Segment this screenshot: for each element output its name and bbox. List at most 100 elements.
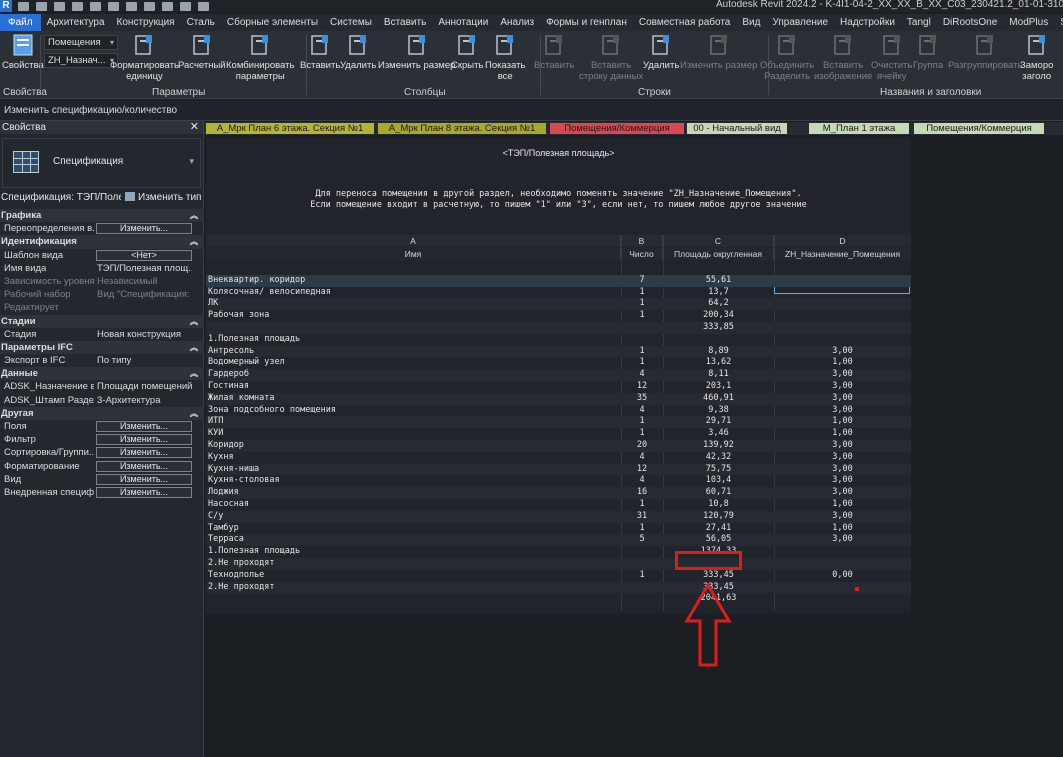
table-cell[interactable] (621, 558, 663, 570)
table-cell[interactable]: 16 (621, 487, 663, 499)
menu-item-2[interactable]: Конструкция (111, 14, 181, 31)
table-cell[interactable]: Терраса (208, 534, 618, 546)
category-dropdown[interactable]: Помещения (44, 35, 118, 50)
view-tab[interactable]: М_План 1 этажа (809, 123, 909, 134)
open-icon[interactable] (18, 1, 29, 11)
table-cell[interactable]: 120,79 (663, 511, 774, 523)
table-cell[interactable]: 7 (621, 275, 663, 287)
table-cell[interactable]: Коридор (208, 440, 618, 452)
table-cell[interactable]: 1 (621, 499, 663, 511)
table-row[interactable]: Кухня-столовая 4 103,4 3,00 (206, 475, 911, 487)
collapse-icon[interactable]: ︽ (190, 315, 198, 328)
table-cell[interactable]: С/у (208, 511, 618, 523)
ribbon-button-insert-data-row[interactable]: Вставить строку данных (579, 33, 643, 82)
table-cell[interactable]: Колясочная/ велосипедная (208, 287, 618, 299)
property-value[interactable]: Площади помещений (97, 380, 192, 393)
table-cell[interactable]: 103,4 (663, 475, 774, 487)
table-cell[interactable]: 12 (621, 464, 663, 476)
ribbon-button-delete-column[interactable]: Удалить (340, 33, 376, 71)
table-cell[interactable]: 1 (621, 287, 663, 299)
view-tab[interactable]: А_Мрк План 6 этажа. Секция №1 (206, 123, 374, 134)
table-row[interactable]: ЛК 1 64,2 (206, 298, 911, 311)
table-row[interactable]: Технодполье 1 333,45 0,00 (206, 570, 911, 582)
property-edit-button[interactable]: Изменить... (96, 460, 192, 472)
table-row[interactable]: 2.Не проходят 333,45 (206, 581, 911, 594)
col-letter-d[interactable]: D (774, 235, 911, 247)
table-cell[interactable]: 56,05 (663, 534, 774, 546)
table-row[interactable]: Гостиная 12 203,1 3,00 (206, 381, 911, 393)
table-cell[interactable]: КУИ (208, 428, 618, 440)
table-cell[interactable] (774, 582, 911, 594)
table-cell[interactable]: 1 (621, 428, 663, 440)
table-cell[interactable]: 1,00 (774, 416, 911, 428)
ribbon-button-formula[interactable]: Расчетный (178, 33, 226, 71)
table-cell[interactable]: 27,41 (663, 523, 774, 535)
parameter-dropdown[interactable]: ZH_Назнач... (44, 53, 118, 68)
table-cell[interactable]: 3,00 (774, 534, 911, 546)
revit-logo[interactable]: R (0, 0, 12, 12)
header-count[interactable]: Число (621, 248, 663, 260)
table-cell[interactable]: 0,00 (774, 570, 911, 582)
table-cell[interactable]: 1,00 (774, 499, 911, 511)
table-cell[interactable]: 1,00 (774, 357, 911, 369)
table-cell[interactable]: 1 (621, 298, 663, 310)
table-cell[interactable]: Внеквартир. коридор (208, 275, 618, 287)
table-cell[interactable] (621, 334, 663, 346)
table-cell[interactable]: 42,32 (663, 452, 774, 464)
type-selector[interactable]: Спецификация ▾ (2, 138, 201, 188)
table-cell[interactable]: 64,2 (663, 298, 774, 310)
menu-item-6[interactable]: Вставить (378, 14, 432, 31)
table-cell[interactable]: 60,71 (663, 487, 774, 499)
property-value[interactable]: Независимый (97, 275, 192, 288)
header-name[interactable]: Имя (206, 248, 621, 260)
table-cell[interactable] (774, 546, 911, 558)
table-cell[interactable]: 1 (621, 310, 663, 322)
table-cell[interactable] (774, 322, 911, 334)
close-icon[interactable]: ✕ (190, 121, 199, 134)
table-cell[interactable]: 13,7 (663, 287, 774, 299)
table-cell[interactable]: Антресоль (208, 346, 618, 358)
table-row[interactable]: Коридор 20 139,92 3,00 (206, 440, 911, 452)
property-value[interactable]: Новая конструкция (97, 328, 192, 341)
header-area[interactable]: Площадь округленная (663, 248, 774, 260)
table-cell[interactable]: 20 (621, 440, 663, 452)
table-row[interactable]: Терраса 5 56,05 3,00 (206, 534, 911, 547)
ribbon-button-resize-row[interactable]: Изменить размер (680, 33, 757, 71)
table-cell[interactable]: Рабочая зона (208, 310, 618, 322)
table-cell[interactable]: Насосная (208, 499, 618, 511)
menu-item-1[interactable]: Архитектура (41, 14, 111, 31)
table-cell[interactable]: 8,89 (663, 346, 774, 358)
table-row[interactable]: Тамбур 1 27,41 1,00 (206, 523, 911, 535)
table-row[interactable]: Насосная 1 10,8 1,00 (206, 499, 911, 511)
table-cell[interactable] (774, 275, 911, 287)
table-cell[interactable]: Зона подсобного помещения (208, 405, 618, 417)
table-row[interactable]: С/у 31 120,79 3,00 (206, 510, 911, 523)
table-cell[interactable]: Тамбур (208, 523, 618, 535)
close-hidden-icon[interactable] (198, 1, 209, 11)
property-value[interactable]: По типу (97, 354, 192, 367)
table-cell[interactable]: 2.Не проходят (208, 558, 618, 570)
table-cell[interactable]: 1,00 (774, 523, 911, 535)
table-cell[interactable] (621, 263, 663, 275)
table-cell[interactable]: 29,71 (663, 416, 774, 428)
table-cell[interactable]: 3,00 (774, 393, 911, 405)
table-row[interactable]: Водомерный узел 1 13,62 1,00 (206, 357, 911, 369)
table-cell[interactable]: 35 (621, 393, 663, 405)
table-cell[interactable]: 12 (621, 381, 663, 393)
menu-item-14[interactable]: Tangl (901, 14, 937, 31)
table-cell[interactable]: ЛК (208, 298, 618, 310)
table-cell[interactable]: ИТП (208, 416, 618, 428)
sync-icon[interactable] (54, 1, 65, 11)
text-icon[interactable] (144, 1, 155, 11)
ribbon-button-hide-column[interactable]: Скрыть (451, 33, 483, 71)
menu-item-15[interactable]: DiRootsOne (937, 14, 1003, 31)
table-cell[interactable]: 4 (621, 369, 663, 381)
property-edit-button[interactable]: Изменить... (96, 434, 192, 446)
property-edit-button[interactable]: Изменить... (96, 473, 192, 485)
menu-item-17[interactable]: Splugin (1054, 14, 1063, 31)
table-row[interactable]: Кухня 4 42,32 3,00 (206, 452, 911, 464)
save-icon[interactable] (36, 1, 47, 11)
table-cell[interactable]: 3,00 (774, 369, 911, 381)
table-cell[interactable]: 1.Полезная площадь (208, 546, 618, 558)
table-cell[interactable]: 3,00 (774, 346, 911, 358)
